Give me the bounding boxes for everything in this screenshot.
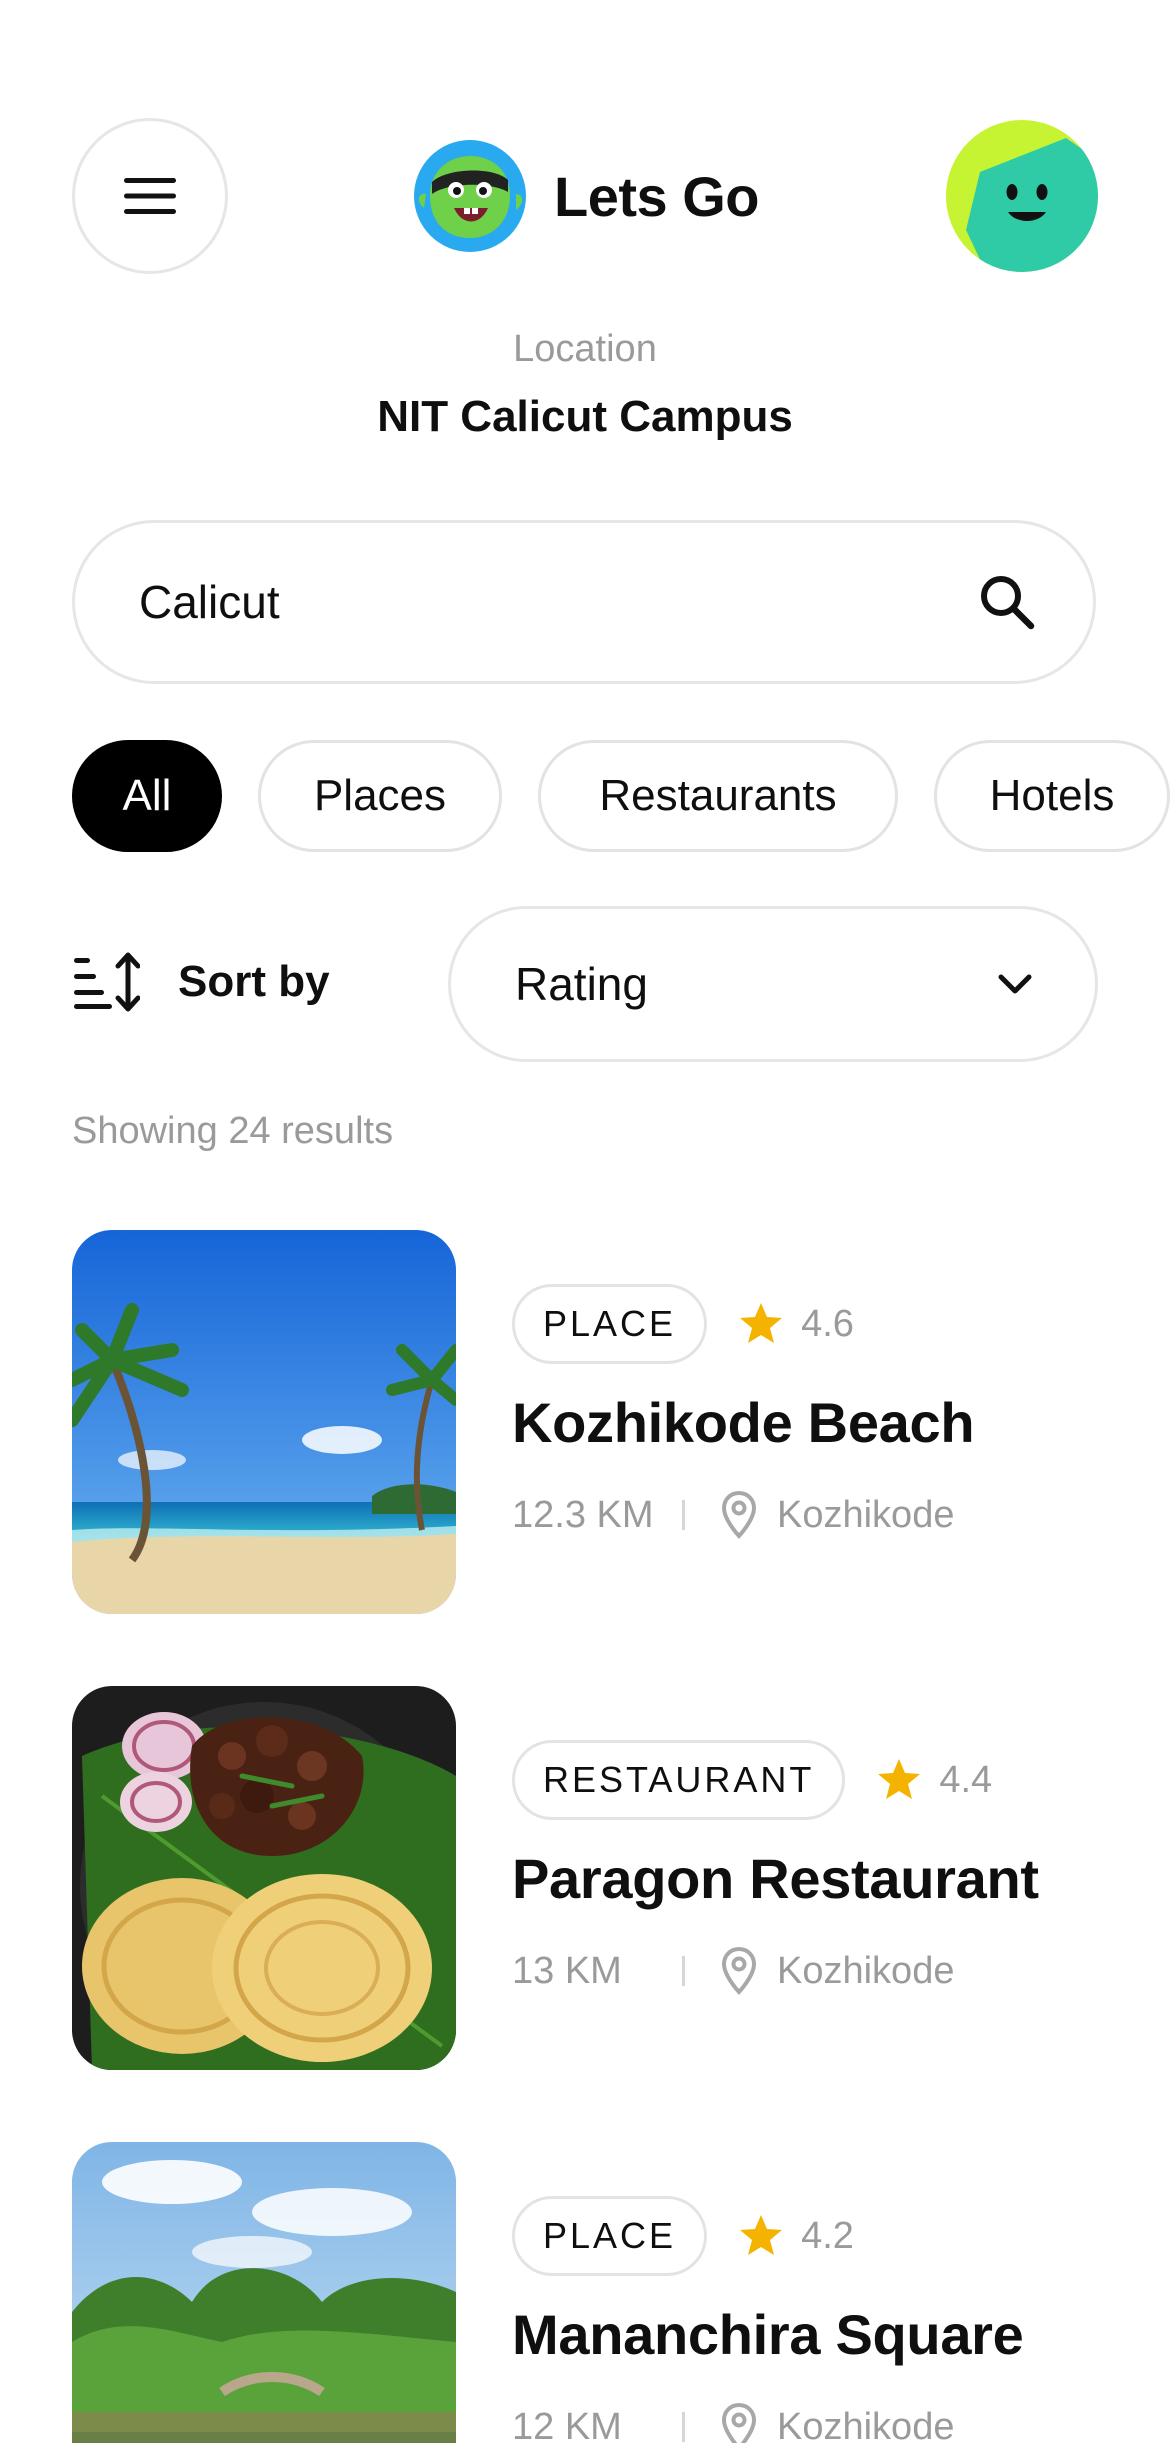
map-pin-icon (721, 1490, 757, 1539)
result-card[interactable]: PLACE 4.6 Kozhikode Beach 12.3 KM Kozhik… (72, 1230, 1098, 1614)
chevron-down-icon (998, 974, 1032, 994)
card-info: PLACE 4.6 Kozhikode Beach 12.3 KM Kozhik… (512, 1284, 1112, 1545)
results-screen: Lets Go Location NIT Calicut Campus All … (0, 0, 1170, 2443)
filter-chip-hotels[interactable]: Hotels (934, 740, 1170, 852)
sort-by[interactable]: Sort by (72, 942, 330, 1022)
card-info: PLACE 4.2 Mananchira Square 12 KM Kozhik… (512, 2196, 1112, 2443)
user-avatar[interactable] (946, 120, 1098, 272)
smiley-avatar-icon (946, 120, 1098, 272)
sort-icon (74, 952, 140, 1012)
map-pin-icon (721, 2402, 757, 2443)
app-title: Lets Go (554, 164, 759, 228)
menu-button[interactable] (72, 118, 228, 274)
search-bar[interactable] (72, 520, 1096, 684)
type-badge: PLACE (512, 1284, 708, 1364)
star-icon (740, 1303, 783, 1343)
beach-image (72, 1230, 456, 1614)
filter-chip-restaurants[interactable]: Restaurants (538, 740, 898, 852)
card-info: RESTAURANT 4.4 Paragon Restaurant 13 KM … (512, 1740, 1112, 2001)
food-image (72, 1686, 456, 2070)
type-badge: RESTAURANT (512, 1740, 846, 1820)
city: Kozhikode (777, 1493, 955, 1536)
filter-chips: All Places Restaurants Hotels (72, 740, 1170, 852)
park-image (72, 2142, 456, 2443)
star-icon (740, 2215, 783, 2255)
type-badge: PLACE (512, 2196, 708, 2276)
sort-label: Sort by (178, 957, 330, 1006)
rating-value: 4.2 (801, 2214, 854, 2257)
rating-value: 4.4 (939, 1758, 993, 1801)
sort-selected-value: Rating (515, 958, 648, 1010)
hamburger-menu-icon (124, 178, 176, 214)
city: Kozhikode (777, 1949, 955, 1992)
search-icon[interactable] (977, 572, 1037, 632)
result-card[interactable]: PLACE 4.2 Mananchira Square 12 KM Kozhik… (72, 2142, 1098, 2443)
star-icon (878, 1759, 921, 1799)
divider (682, 1956, 685, 1986)
divider (682, 2412, 685, 2442)
filter-chip-places[interactable]: Places (258, 740, 502, 852)
distance: 13 KM (512, 1949, 622, 1992)
location-name[interactable]: NIT Calicut Campus (0, 392, 1170, 442)
card-title: Kozhikode Beach (512, 1391, 975, 1454)
result-card[interactable]: RESTAURANT 4.4 Paragon Restaurant 13 KM … (72, 1686, 1098, 2070)
brand: Lets Go (412, 138, 759, 254)
mascot-logo-icon (414, 140, 526, 252)
sort-dropdown[interactable]: Rating (448, 906, 1098, 1062)
result-count: Showing 24 results (72, 1110, 394, 1152)
card-title: Paragon Restaurant (512, 1847, 1039, 1910)
divider (682, 1500, 685, 1530)
map-pin-icon (721, 1946, 757, 1995)
distance: 12 KM (512, 2405, 622, 2443)
city: Kozhikode (777, 2405, 955, 2443)
location-label: Location (513, 328, 657, 370)
distance: 12.3 KM (512, 1493, 654, 1536)
filter-chip-all[interactable]: All (72, 740, 222, 852)
search-input[interactable] (139, 575, 977, 629)
rating-value: 4.6 (801, 1302, 854, 1345)
card-title: Mananchira Square (512, 2303, 1024, 2366)
